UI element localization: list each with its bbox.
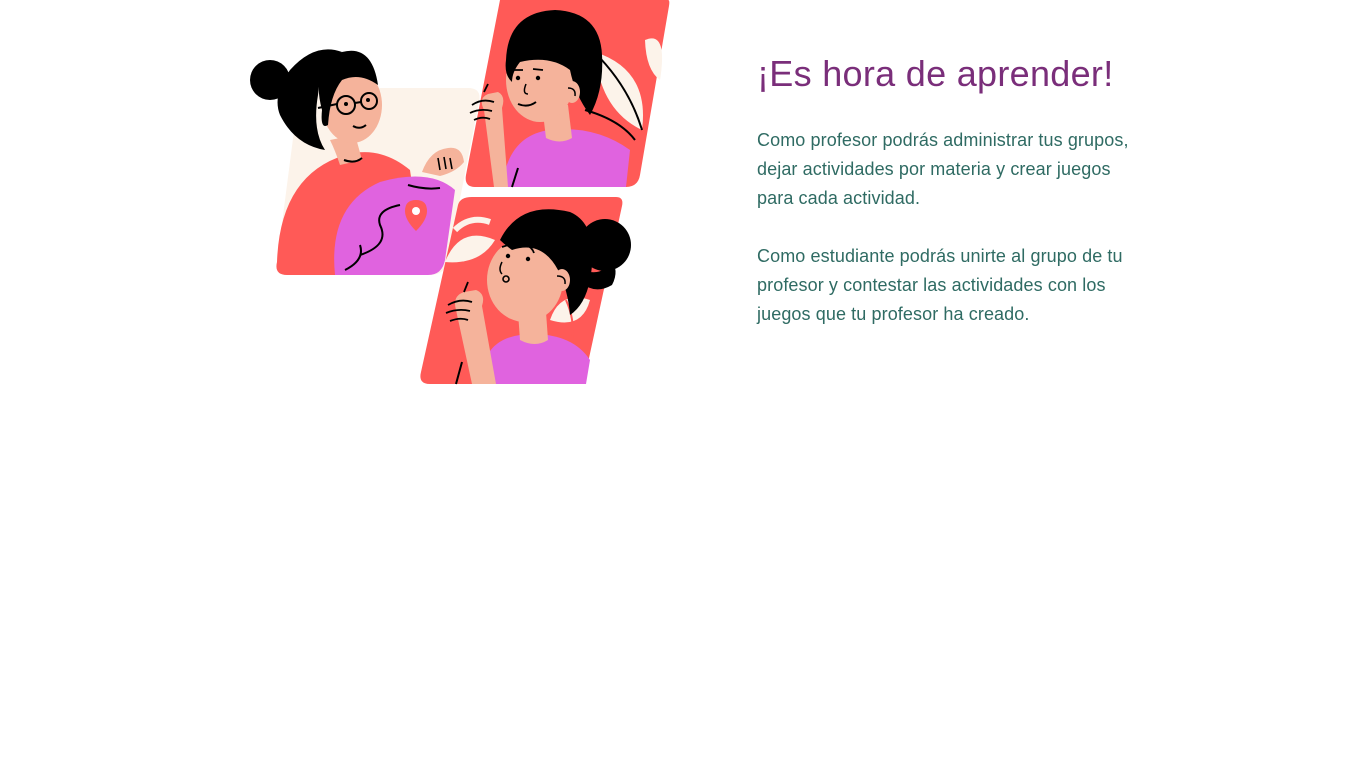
teacher-description: Como profesor podrás administrar tus gru…	[757, 130, 1129, 208]
student-description: Como estudiante podrás unirte al grupo d…	[757, 246, 1123, 324]
hero-content: ¡Es hora de aprender! Como profesor podr…	[757, 50, 1137, 329]
teacher-panel	[250, 49, 480, 275]
page: ¡Es hora de aprender! Como profesor podr…	[0, 0, 1366, 768]
teacher-and-students-illustration	[250, 0, 670, 385]
student-boy-panel	[465, 0, 670, 188]
page-title: ¡Es hora de aprender!	[757, 53, 1114, 94]
